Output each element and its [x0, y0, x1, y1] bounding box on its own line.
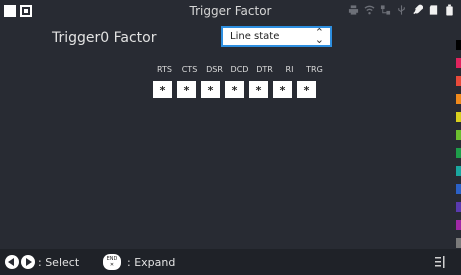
end-key-symbol: ✕	[109, 262, 115, 268]
color-swatch	[456, 112, 461, 122]
color-swatch	[456, 58, 461, 68]
arrow-left-icon[interactable]	[5, 255, 19, 269]
cell-rts[interactable]: *	[153, 81, 172, 98]
column-label-trg: TRG	[306, 65, 323, 74]
cell-trg[interactable]: *	[297, 81, 316, 98]
cell-cts[interactable]: *	[177, 81, 196, 98]
menu-icon[interactable]	[435, 256, 445, 268]
bottom-hint-bar: : Select END ✕ : Expand	[0, 249, 461, 275]
color-swatch	[456, 220, 461, 230]
nav-arrows	[5, 255, 35, 269]
signal-column-labels: RTS CTS DSR DCD DTR RI TRG	[152, 65, 327, 74]
arrow-right-icon[interactable]	[21, 255, 35, 269]
column-label-dcd: DCD	[230, 65, 249, 74]
top-status-bar: Trigger Factor	[0, 0, 461, 22]
sd-card-icon	[429, 5, 438, 15]
factor-type-select[interactable]: Line state ⌃ ⌄	[221, 26, 332, 47]
usb-icon	[398, 5, 405, 15]
network-icon	[380, 5, 391, 15]
page-title: Trigger0 Factor	[52, 30, 157, 46]
color-swatch	[456, 94, 461, 104]
end-key-icon[interactable]: END ✕	[103, 254, 121, 270]
chevron-updown-icon: ⌃ ⌄	[314, 26, 324, 46]
color-swatch	[456, 238, 461, 248]
column-label-dtr: DTR	[256, 65, 273, 74]
cell-ri[interactable]: *	[273, 81, 292, 98]
link-icon	[413, 4, 423, 15]
printer-icon	[348, 5, 359, 15]
column-label-dsr: DSR	[206, 65, 223, 74]
color-swatch	[456, 202, 461, 212]
cell-dsr[interactable]: *	[201, 81, 220, 98]
color-swatch	[456, 184, 461, 194]
wifi-icon	[364, 5, 375, 15]
color-swatch	[456, 166, 461, 176]
color-swatch	[456, 76, 461, 86]
expand-hint: : Expand	[127, 256, 176, 269]
status-icons	[348, 4, 455, 16]
column-label-cts: CTS	[181, 65, 198, 74]
color-swatch	[456, 130, 461, 140]
select-hint: : Select	[38, 256, 80, 269]
cell-dcd[interactable]: *	[225, 81, 244, 98]
select-value: Line state	[230, 31, 280, 42]
cell-dtr[interactable]: *	[249, 81, 268, 98]
column-label-rts: RTS	[157, 65, 172, 74]
color-swatch	[456, 40, 461, 50]
column-label-ri: RI	[285, 65, 294, 74]
signal-cells: * * * * * * *	[153, 81, 316, 98]
color-swatch	[456, 148, 461, 158]
battery-icon	[446, 4, 453, 16]
color-strip	[456, 40, 461, 274]
